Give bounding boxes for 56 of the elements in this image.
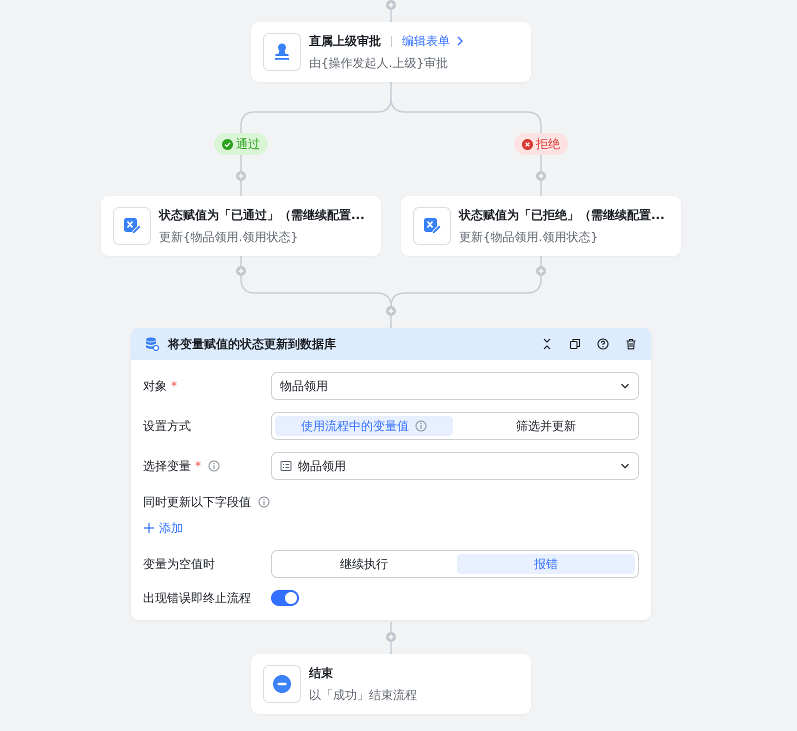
field-label: 出现错误即终止流程 <box>143 590 251 606</box>
node-subtitle: 以「成功」结束流程 <box>309 686 417 704</box>
help-icon[interactable] <box>597 338 609 350</box>
update-node-card[interactable]: 将变量赋值的状态更新到数据库 对象 * 物品领用 设置方式 使用流程中的变量值 筛选并更新 选择变量 * 物品领用 同时更新以下字段值 添加 变量为空值时 继续执行 报错 出现错误即终止流程 <box>131 328 651 620</box>
required-mark: * <box>171 379 177 393</box>
field-label: 变量为空值时 <box>143 556 215 572</box>
field-label: 设置方式 <box>143 418 191 434</box>
node-subtitle: 更新{物品领用.领用状态} <box>159 228 300 246</box>
required-mark: * <box>195 459 201 473</box>
toggle-switch[interactable] <box>271 590 299 606</box>
edit-variable-icon <box>122 216 142 236</box>
select-field[interactable]: 物品领用 <box>271 452 639 480</box>
segment-option[interactable]: 筛选并更新 <box>457 416 635 436</box>
add-node-icon[interactable] <box>536 171 546 181</box>
node-title: 状态赋值为「已拒绝」（需继续配置... <box>459 206 665 224</box>
edit-form-link[interactable]: 编辑表单 <box>402 32 466 50</box>
add-node-icon[interactable] <box>236 266 246 276</box>
segment-option[interactable]: 报错 <box>457 554 635 574</box>
field-label: 选择变量 <box>143 458 191 474</box>
stamp-icon <box>272 42 292 62</box>
info-icon[interactable] <box>258 496 270 508</box>
plus-icon <box>143 522 155 534</box>
info-icon[interactable] <box>208 460 220 472</box>
assign-node-card[interactable]: 状态赋值为「已拒绝」（需继续配置... 更新{物品领用.领用状态} <box>401 196 681 256</box>
assign-node-card[interactable]: 状态赋值为「已通过」（需继续配置... 更新{物品领用.领用状态} <box>101 196 381 256</box>
add-node-icon[interactable] <box>536 266 546 276</box>
copy-icon[interactable] <box>569 338 581 350</box>
minus-circle-icon <box>272 674 292 694</box>
check-circle-icon <box>222 138 233 150</box>
add-node-icon[interactable] <box>236 171 246 181</box>
x-circle-icon <box>522 138 533 150</box>
node-title: 结束 <box>309 664 334 682</box>
info-icon[interactable] <box>415 420 427 432</box>
add-node-icon[interactable] <box>386 306 396 316</box>
edit-variable-icon <box>422 216 442 236</box>
node-subtitle: 更新{物品领用.领用状态} <box>459 228 600 246</box>
branch-label[interactable]: 拒绝 <box>514 133 568 155</box>
node-title: 状态赋值为「已通过」（需继续配置... <box>159 206 365 224</box>
node-title: 将变量赋值的状态更新到数据库 <box>168 336 336 352</box>
collapse-icon[interactable] <box>541 338 553 350</box>
segment-option[interactable]: 继续执行 <box>275 554 453 574</box>
chevron-down-icon <box>620 381 630 391</box>
chevron-down-icon <box>620 461 630 471</box>
add-node-icon[interactable] <box>386 632 396 642</box>
trash-icon[interactable] <box>625 338 637 350</box>
segment-option[interactable]: 使用流程中的变量值 <box>275 416 453 436</box>
field-label: 同时更新以下字段值 <box>143 494 251 510</box>
node-subtitle: 由{操作发起人.上级}审批 <box>309 54 450 72</box>
end-node-card[interactable]: 结束 以「成功」结束流程 <box>251 654 531 714</box>
select-field[interactable]: 物品领用 <box>271 372 639 400</box>
approval-node-card[interactable]: 直属上级审批 编辑表单 由{操作发起人.上级}审批 <box>251 22 531 82</box>
add-node-icon[interactable] <box>386 0 396 10</box>
node-title: 直属上级审批 <box>309 32 381 50</box>
field-label: 对象 <box>143 378 167 394</box>
database-icon <box>145 337 159 351</box>
add-field-link[interactable]: 添加 <box>143 518 183 538</box>
